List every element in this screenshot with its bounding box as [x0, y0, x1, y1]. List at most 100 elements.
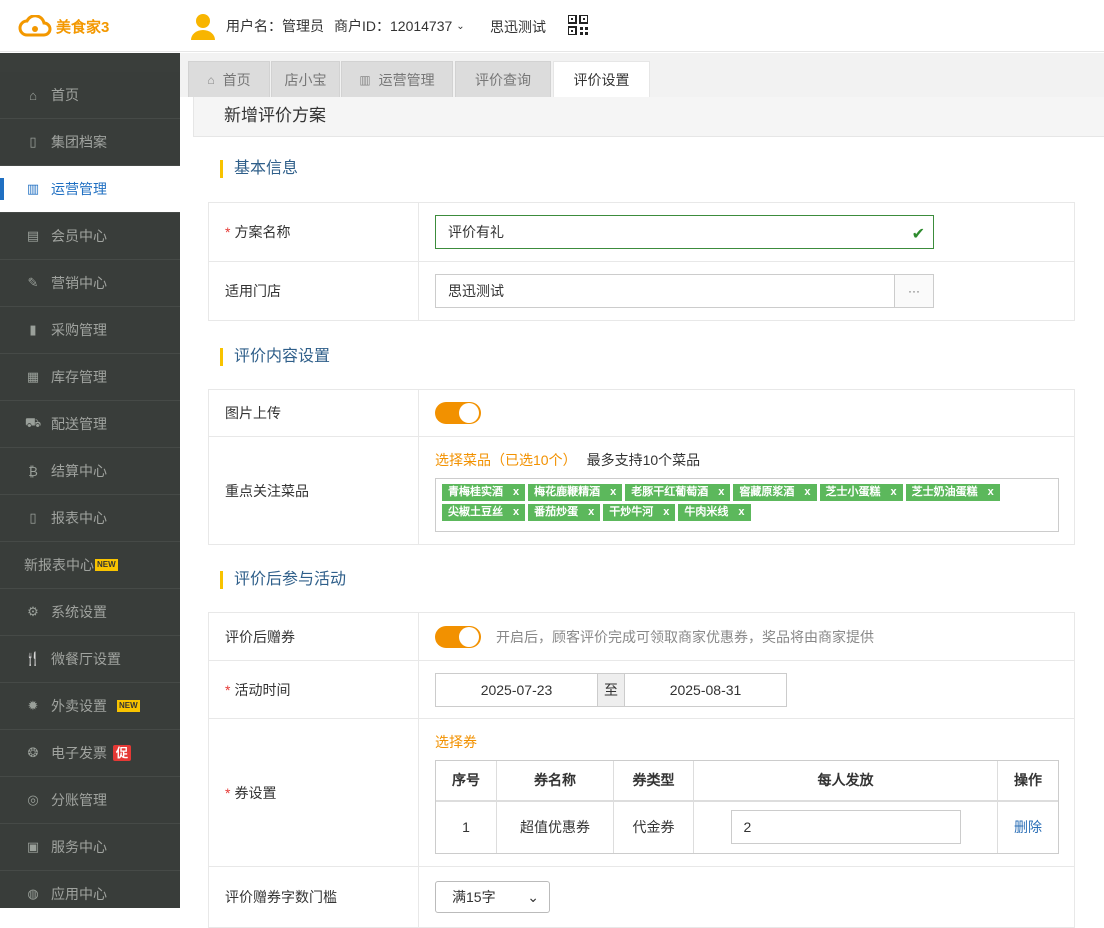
tag-close-icon[interactable]: x: [610, 486, 616, 498]
column-header: 每人发放: [694, 760, 998, 800]
invoice-icon: ❂: [27, 745, 39, 760]
form-row-photo-upload: 图片上传: [209, 390, 1074, 437]
photo-upload-toggle[interactable]: [435, 402, 481, 424]
dish-tag: 干炒牛河 x: [603, 503, 676, 521]
cloud-logo-icon: [18, 15, 52, 37]
start-date-input[interactable]: 2025-07-23: [435, 672, 598, 707]
sidebar-item-label: 电子发票: [51, 745, 107, 761]
service-icon: ▣: [26, 839, 40, 854]
sidebar-item-label: 会员中心: [51, 228, 107, 244]
sidebar-item-split-account[interactable]: ◎ 分账管理: [0, 777, 180, 824]
sidebar-item-new-reports[interactable]: 新报表中心 NEW: [0, 542, 180, 589]
tag-close-icon[interactable]: x: [891, 486, 897, 498]
qr-code-icon[interactable]: [568, 15, 588, 35]
basic-info-form: * 方案名称 评价有礼 ✔ 适用门店 思迅测试 ···: [208, 202, 1075, 321]
sidebar-item-micro-restaurant[interactable]: 🍴 微餐厅设置: [0, 636, 180, 683]
sidebar-item-e-invoice[interactable]: ❂ 电子发票促: [0, 730, 180, 777]
required-mark: *: [225, 681, 231, 698]
gift-hint: 开启后，顾客评价完成可领取商家优惠券，奖品将由商家提供: [496, 628, 874, 645]
user-info[interactable]: 用户名：管理员 商户ID：12014737 ⌄: [190, 12, 465, 40]
section-basic-info: 基本信息: [220, 159, 298, 179]
sidebar-item-takeout-settings[interactable]: ✹ 外卖设置 NEW: [0, 683, 180, 730]
dish-tag: 芝士奶油蛋糕 x: [905, 483, 1000, 501]
promo-badge: 促: [113, 745, 132, 761]
store-label: 适用门店: [209, 262, 419, 320]
chevron-down-icon[interactable]: ⌄: [456, 21, 464, 32]
cutlery-icon: 🍴: [24, 651, 42, 666]
store-cell: 思迅测试 ···: [419, 262, 1074, 320]
select-dishes-link[interactable]: 选择菜品（已选10个）: [435, 452, 577, 468]
store-picker-button[interactable]: ···: [895, 274, 934, 308]
sidebar-item-label: 营销中心: [51, 275, 107, 291]
tab-review-query[interactable]: 评价查询: [455, 61, 551, 97]
report-icon: ▯: [29, 510, 37, 525]
store-input[interactable]: 思迅测试: [435, 274, 895, 308]
tab-home[interactable]: ⌂ 首页: [188, 61, 270, 97]
tab-operations[interactable]: ▥ 运营管理: [341, 61, 453, 97]
focus-dishes-cell: 选择菜品（已选10个） 最多支持10个菜品 青梅桂实酒 x 梅花鹿鞭精酒 x 老豚干红…: [419, 437, 1074, 544]
tag-label: 窖藏原浆酒: [739, 485, 795, 498]
plan-name-cell: 评价有礼 ✔: [419, 203, 1074, 261]
label-text: 适用门店: [225, 283, 281, 299]
label-text: 评价赠券字数门槛: [225, 889, 337, 905]
focus-dishes-label: 重点关注菜品: [209, 437, 419, 544]
sidebar-item-operations[interactable]: ▥ 运营管理: [0, 166, 180, 213]
tag-close-icon[interactable]: x: [588, 506, 594, 518]
date-separator: 至: [598, 672, 624, 707]
sidebar-item-app-center[interactable]: ◍ 应用中心: [0, 871, 180, 908]
select-coupon-link[interactable]: 选择券: [435, 732, 477, 752]
form-row-plan-name: * 方案名称 评价有礼 ✔: [209, 203, 1074, 262]
tag-label: 牛肉米线: [684, 505, 729, 518]
sidebar-item-label: 库存管理: [51, 369, 107, 385]
tab-dianxiaobao[interactable]: 店小宝: [271, 61, 340, 97]
tag-label: 干炒牛河: [609, 505, 654, 518]
form-row-threshold: 评价赠券字数门槛 满15字 ⌄: [209, 867, 1074, 927]
check-icon: ✔: [911, 226, 925, 243]
sidebar-item-label: 集团档案: [51, 134, 107, 150]
tag-close-icon[interactable]: x: [988, 486, 994, 498]
sidebar-item-delivery[interactable]: ⛟ 配送管理: [0, 401, 180, 448]
logo[interactable]: 美食家3: [18, 14, 109, 38]
column-header: 券名称: [497, 760, 614, 800]
tab-review-settings[interactable]: 评价设置: [553, 61, 650, 98]
qty-input[interactable]: 2: [730, 810, 961, 844]
label-text: 图片上传: [225, 405, 281, 421]
store-picker: 思迅测试 ···: [435, 274, 934, 308]
tag-close-icon[interactable]: x: [513, 486, 519, 498]
logo-text: 美食家3: [56, 18, 110, 36]
tag-close-icon[interactable]: x: [513, 506, 519, 518]
sidebar-item-reports[interactable]: ▯ 报表中心: [0, 495, 180, 542]
tag-close-icon[interactable]: x: [718, 486, 724, 498]
sidebar-item-inventory[interactable]: ▦ 库存管理: [0, 354, 180, 401]
column-header: 操作: [1014, 772, 1042, 788]
sidebar-item-home[interactable]: ⌂ 首页: [0, 72, 180, 119]
sidebar-item-settlement[interactable]: ₿ 结算中心: [0, 448, 180, 495]
tag-close-icon[interactable]: x: [738, 506, 744, 518]
required-mark: *: [225, 784, 231, 801]
new-badge: NEW: [95, 559, 118, 571]
threshold-select[interactable]: 满15字 ⌄: [435, 881, 550, 913]
sidebar-item-group-archive[interactable]: ▯ 集团档案: [0, 119, 180, 166]
label-text: 券设置: [234, 784, 277, 801]
plan-name-input[interactable]: 评价有礼 ✔: [435, 215, 934, 249]
dish-tag: 番茄炒蛋 x: [528, 503, 601, 521]
sidebar-item-label: 服务中心: [51, 839, 107, 855]
store-name[interactable]: 思迅测试: [490, 17, 546, 37]
dish-tag: 梅花鹿鞭精酒 x: [528, 483, 623, 501]
delete-link[interactable]: 删除: [998, 802, 1058, 853]
sidebar-item-marketing[interactable]: ✎ 营销中心: [0, 260, 180, 307]
tab-label: 店小宝: [284, 71, 327, 88]
tag-close-icon[interactable]: x: [804, 486, 810, 498]
dishes-limit-hint: 最多支持10个菜品: [586, 451, 701, 468]
sidebar-item-purchasing[interactable]: ▮ 采购管理: [0, 307, 180, 354]
sidebar-item-members[interactable]: ▤ 会员中心: [0, 213, 180, 260]
tag-label: 青梅桂实酒: [448, 485, 503, 498]
dish-tag-box[interactable]: 青梅桂实酒 x 梅花鹿鞭精酒 x 老豚干红葡萄酒 x 窖藏原浆酒 x 芝士小蛋糕 x 芝士…: [435, 477, 1059, 532]
tag-close-icon[interactable]: x: [663, 506, 669, 518]
form-row-coupon: *券设置 选择券 序号 券名称 券类型 每人发放 操作 1 超值优惠券 代金券: [209, 719, 1074, 867]
gift-toggle[interactable]: [435, 625, 481, 648]
end-date-input[interactable]: 2025-08-31: [624, 672, 787, 707]
sidebar-item-service-center[interactable]: ▣ 服务中心: [0, 824, 180, 871]
form-row-activity-time: * 活动时间 2025-07-23 至 2025-08-31: [209, 661, 1074, 719]
sidebar-item-system-settings[interactable]: ⚙ 系统设置: [0, 589, 180, 636]
